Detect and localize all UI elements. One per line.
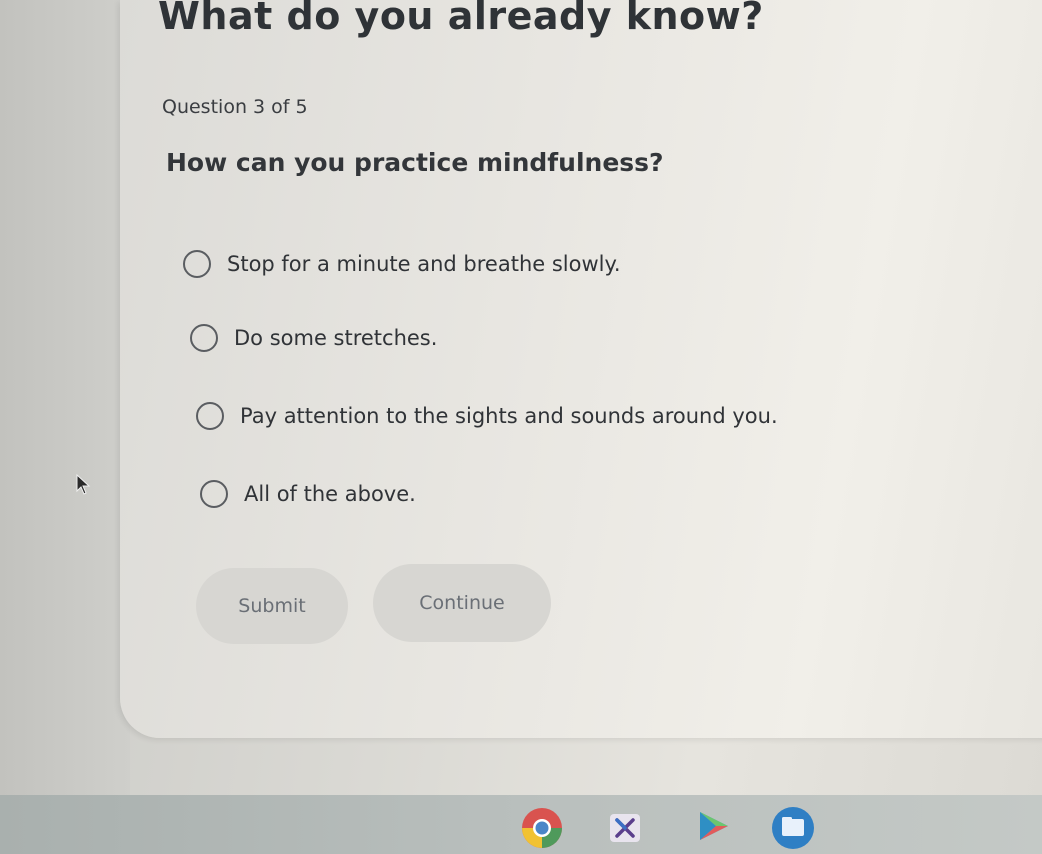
mouse-cursor-icon [76,474,91,495]
option-label: All of the above. [244,482,416,506]
radio-button[interactable] [196,402,224,430]
option-3[interactable]: Pay attention to the sights and sounds a… [196,402,778,430]
radio-button[interactable] [183,250,211,278]
docs-icon[interactable] [608,812,642,844]
option-label: Pay attention to the sights and sounds a… [240,404,778,428]
chrome-icon[interactable] [518,806,566,850]
option-4[interactable]: All of the above. [200,480,416,508]
page-title: What do you already know? [158,0,764,38]
option-label: Do some stretches. [234,326,438,350]
radio-button[interactable] [200,480,228,508]
submit-button[interactable]: Submit [196,568,348,644]
left-background [0,0,130,795]
question-text: How can you practice mindfulness? [166,148,664,177]
radio-button[interactable] [190,324,218,352]
option-1[interactable]: Stop for a minute and breathe slowly. [183,250,621,278]
play-store-icon[interactable] [694,808,734,844]
option-2[interactable]: Do some stretches. [190,324,437,352]
question-counter: Question 3 of 5 [162,96,308,118]
files-icon[interactable] [770,806,816,850]
continue-button[interactable]: Continue [373,564,551,642]
option-label: Stop for a minute and breathe slowly. [227,252,621,276]
